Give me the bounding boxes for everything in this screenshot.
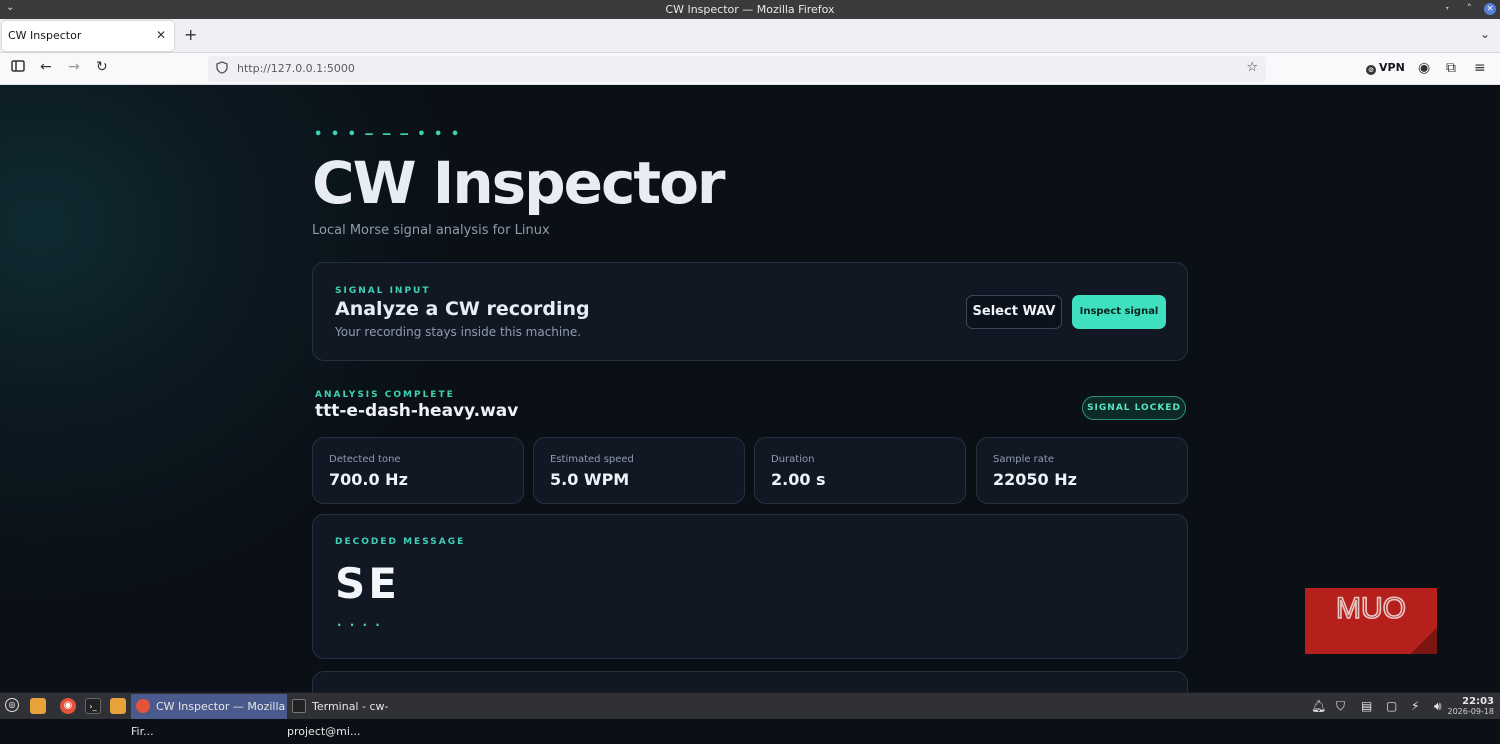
stat-label: Sample rate	[993, 454, 1054, 465]
decoded-message-text: SE	[335, 559, 400, 608]
reload-icon[interactable]: ↻	[96, 59, 108, 75]
stat-value: 5.0 WPM	[550, 470, 630, 489]
stat-card-tone: Detected tone 700.0 Hz	[312, 437, 524, 504]
signal-input-hint: Your recording stays inside this machine…	[335, 325, 582, 339]
window-title: CW Inspector — Mozilla Firefox	[665, 3, 835, 16]
stat-label: Duration	[771, 454, 815, 465]
maximize-icon[interactable]: ˄	[1467, 2, 1473, 15]
morse-header: • • • ‒ ‒ ‒ • • •	[314, 127, 462, 142]
taskbar-item-label: CW Inspector — Mozilla Fir...	[131, 700, 286, 738]
taskbar-clock[interactable]: 22:03 2026-09-18	[1448, 696, 1495, 717]
list-tabs-icon[interactable]: ⌄	[1480, 27, 1490, 41]
close-tab-icon[interactable]: ✕	[156, 28, 166, 42]
decoded-message-kicker: DECODED MESSAGE	[335, 537, 466, 547]
stat-value: 2.00 s	[771, 470, 826, 489]
extensions-icon[interactable]: ⧉	[1446, 60, 1456, 76]
signal-input-kicker: SIGNAL INPUT	[335, 286, 431, 296]
signal-input-heading: Analyze a CW recording	[335, 298, 590, 320]
notifications-icon[interactable]: 🔔︎	[1311, 699, 1326, 713]
signal-input-card: SIGNAL INPUT Analyze a CW recording Your…	[312, 262, 1188, 361]
page-title: CW Inspector	[312, 149, 726, 217]
account-icon[interactable]: ◉	[1418, 60, 1430, 76]
stat-value: 22050 Hz	[993, 470, 1077, 489]
tab-strip: CW Inspector ✕ + ⌄	[0, 19, 1500, 53]
sidebar-toggle-icon[interactable]	[11, 60, 25, 76]
stat-label: Estimated speed	[550, 454, 634, 465]
clock-date: 2026-09-18	[1447, 707, 1495, 716]
status-badge: SIGNAL LOCKED	[1082, 396, 1186, 420]
new-tab-icon[interactable]: +	[184, 25, 197, 44]
window-titlebar: ⌄ CW Inspector — Mozilla Firefox ˕ ˄ ✕	[0, 0, 1500, 19]
taskbar: ◎ ◉ ›_ CW Inspector — Mozilla Fir... Ter…	[0, 692, 1500, 738]
result-filename: ttt-e-dash-heavy.wav	[315, 401, 519, 421]
url-text: http://127.0.0.1:5000	[237, 62, 355, 75]
stat-card-sample-rate: Sample rate 22050 Hz	[976, 437, 1188, 504]
minimize-icon[interactable]: ˕	[1445, 2, 1451, 15]
display-icon[interactable]: ▢	[1386, 699, 1397, 713]
stat-value: 700.0 Hz	[329, 470, 408, 489]
vpn-label: VPN	[1379, 61, 1405, 74]
forward-icon[interactable]: →	[68, 59, 80, 75]
url-bar[interactable]: http://127.0.0.1:5000 ☆	[208, 56, 1266, 82]
firefox-launcher-icon[interactable]: ◉	[60, 698, 76, 714]
page-content: • • • ‒ ‒ ‒ • • • CW Inspector Local Mor…	[0, 85, 1500, 692]
inspect-signal-button[interactable]: Inspect signal	[1072, 295, 1166, 329]
terminal-icon	[292, 699, 306, 713]
page-subtitle: Local Morse signal analysis for Linux	[312, 223, 550, 238]
clock-time: 22:03	[1462, 696, 1494, 707]
vpn-off-icon: ⊘	[1366, 65, 1376, 75]
analysis-complete-kicker: ANALYSIS COMPLETE	[315, 390, 455, 400]
stat-card-duration: Duration 2.00 s	[754, 437, 966, 504]
select-wav-button[interactable]: Select WAV	[966, 295, 1062, 329]
taskbar-item-firefox[interactable]: CW Inspector — Mozilla Fir...	[131, 694, 287, 738]
svg-text:MUO: MUO	[1336, 592, 1406, 625]
tab-title: CW Inspector	[8, 29, 82, 42]
security-shield-icon[interactable]: ⛉	[1336, 699, 1345, 714]
terminal-launcher-icon[interactable]: ›_	[85, 698, 101, 714]
stat-label: Detected tone	[329, 454, 401, 465]
next-card	[312, 671, 1188, 692]
tab-cw-inspector[interactable]: CW Inspector ✕	[2, 21, 174, 51]
app-menu-icon[interactable]: ≡	[1474, 60, 1486, 76]
muo-watermark-logo: MUO	[1305, 588, 1437, 654]
back-icon[interactable]: ←	[40, 59, 52, 75]
taskbar-item-terminal[interactable]: Terminal - cw-project@mi...	[287, 694, 457, 738]
power-icon[interactable]: ⚡︎	[1411, 699, 1419, 713]
clipboard-icon[interactable]: ▤	[1361, 699, 1372, 713]
stat-card-speed: Estimated speed 5.0 WPM	[533, 437, 745, 504]
start-menu-icon[interactable]: ◎	[5, 698, 19, 712]
bookmark-star-icon[interactable]: ☆	[1246, 60, 1258, 75]
shield-icon[interactable]	[216, 61, 228, 77]
firefox-icon	[136, 699, 150, 713]
close-window-icon[interactable]: ✕	[1484, 3, 1496, 15]
navigation-bar: ← → ↻ http://127.0.0.1:5000 ☆ ⊘ VPN ◉ ⧉ ≡	[0, 53, 1500, 85]
files-icon[interactable]	[30, 698, 46, 714]
volume-icon[interactable]: 🔊︎	[1434, 699, 1442, 714]
decoded-message-card: DECODED MESSAGE SE · · · ·	[312, 514, 1188, 659]
folder-icon[interactable]	[110, 698, 126, 714]
vpn-button[interactable]: ⊘ VPN	[1366, 61, 1405, 75]
decoded-morse-text: · · · ·	[337, 618, 382, 632]
